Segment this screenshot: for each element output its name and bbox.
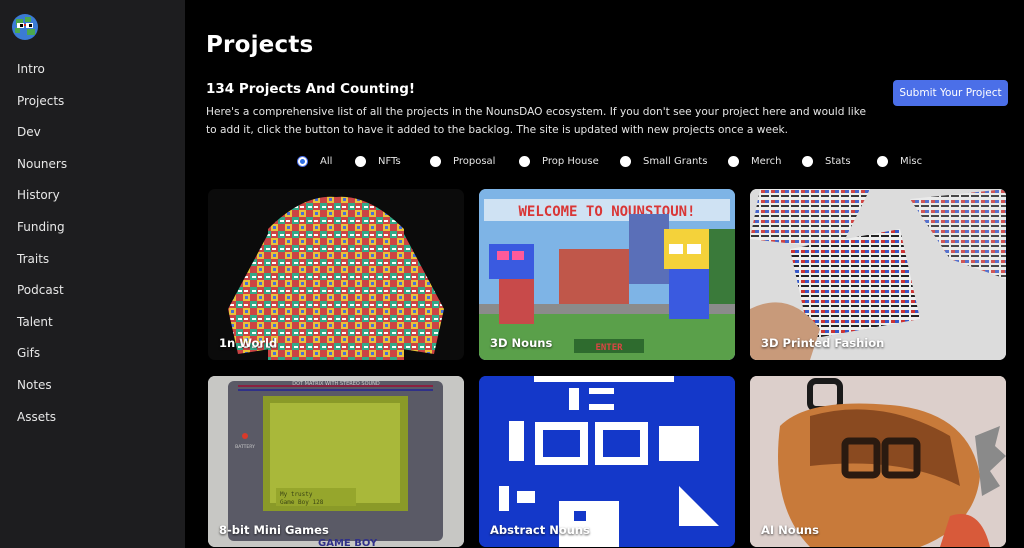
project-card-title: 1n World bbox=[219, 336, 278, 350]
filter-label: Misc bbox=[900, 156, 923, 167]
sidebar-item-talent[interactable]: Talent bbox=[0, 313, 185, 345]
page-title: Projects bbox=[206, 32, 314, 58]
radio-icon[interactable] bbox=[802, 156, 813, 167]
hoodie-image bbox=[228, 196, 444, 360]
radio-selected-icon[interactable] bbox=[297, 156, 308, 167]
gameboy-brand-text: GAME BOY bbox=[318, 538, 378, 547]
filter-all[interactable]: All bbox=[297, 156, 332, 167]
nounstoun-image: WELCOME TO NOUNSTOUN! ENTER bbox=[479, 189, 735, 360]
filter-merch[interactable]: Merch bbox=[728, 156, 782, 167]
sidebar-item-traits[interactable]: Traits bbox=[0, 250, 185, 282]
radio-icon[interactable] bbox=[355, 156, 366, 167]
filter-proposal[interactable]: Proposal bbox=[430, 156, 495, 167]
gameboy-header-text: DOT MATRIX WITH STEREO SOUND bbox=[292, 381, 380, 387]
sidebar-item-podcast[interactable]: Podcast bbox=[0, 281, 185, 313]
project-card-title: 3D Nouns bbox=[490, 336, 553, 350]
filter-label: NFTs bbox=[378, 156, 401, 167]
filter-label: All bbox=[320, 156, 333, 167]
nouns-globe-logo-icon[interactable] bbox=[11, 13, 39, 41]
sidebar-item-intro[interactable]: Intro bbox=[0, 60, 185, 92]
filter-label: Stats bbox=[825, 156, 851, 167]
radio-icon[interactable] bbox=[877, 156, 888, 167]
filter-label: Merch bbox=[751, 156, 782, 167]
filter-nfts[interactable]: NFTs bbox=[355, 156, 401, 167]
project-card-8-bit-mini-games[interactable]: DOT MATRIX WITH STEREO SOUND BATTERY My … bbox=[208, 376, 464, 547]
filter-prop-house[interactable]: Prop House bbox=[519, 156, 599, 167]
radio-icon[interactable] bbox=[620, 156, 631, 167]
filter-small-grants[interactable]: Small Grants bbox=[620, 156, 707, 167]
submit-project-button[interactable]: Submit Your Project bbox=[893, 80, 1008, 106]
project-card-ai-nouns[interactable]: AI Nouns bbox=[750, 376, 1006, 547]
printed-fashion-image bbox=[750, 189, 1006, 360]
projects-count-heading: 134 Projects And Counting! bbox=[206, 81, 416, 97]
radio-icon[interactable] bbox=[728, 156, 739, 167]
sidebar-item-gifs[interactable]: Gifs bbox=[0, 344, 185, 376]
abstract-nouns-image bbox=[479, 376, 735, 547]
sidebar-item-funding[interactable]: Funding bbox=[0, 218, 185, 250]
screen-text-1: My trusty bbox=[280, 491, 313, 498]
sidebar-item-assets[interactable]: Assets bbox=[0, 408, 185, 440]
ai-nouns-image bbox=[750, 376, 1006, 547]
project-card-title: Abstract Nouns bbox=[490, 523, 590, 537]
filter-label: Small Grants bbox=[643, 156, 708, 167]
project-card-1n-world[interactable]: 1n World bbox=[208, 189, 464, 360]
sidebar-item-dev[interactable]: Dev bbox=[0, 123, 185, 155]
projects-grid: 1n World WELCOME TO NOUNSTOUN! ENTER 3D … bbox=[208, 189, 1008, 548]
project-card-title: AI Nouns bbox=[761, 523, 819, 537]
screen-text-2: Game Boy 128 bbox=[280, 499, 324, 506]
sidebar-nav: Intro Projects Dev Nouners History Fundi… bbox=[0, 60, 185, 439]
project-card-abstract-nouns[interactable]: Abstract Nouns bbox=[479, 376, 735, 547]
filter-label: Prop House bbox=[542, 156, 599, 167]
filter-label: Proposal bbox=[453, 156, 496, 167]
project-card-title: 8-bit Mini Games bbox=[219, 523, 329, 537]
radio-icon[interactable] bbox=[430, 156, 441, 167]
filter-stats[interactable]: Stats bbox=[802, 156, 851, 167]
project-card-3d-printed-fashion[interactable]: 3D Printed Fashion bbox=[750, 189, 1006, 360]
filter-misc[interactable]: Misc bbox=[877, 156, 922, 167]
sidebar-item-projects[interactable]: Projects bbox=[0, 92, 185, 124]
enter-button-text: ENTER bbox=[595, 343, 623, 353]
battery-text: BATTERY bbox=[235, 444, 255, 450]
projects-description: Here's a comprehensive list of all the p… bbox=[206, 106, 866, 136]
sidebar-item-nouners[interactable]: Nouners bbox=[0, 155, 185, 187]
sidebar: Intro Projects Dev Nouners History Fundi… bbox=[0, 0, 185, 548]
radio-icon[interactable] bbox=[519, 156, 530, 167]
sidebar-item-notes[interactable]: Notes bbox=[0, 376, 185, 408]
sidebar-item-history[interactable]: History bbox=[0, 186, 185, 218]
main-content: Projects 134 Projects And Counting! Here… bbox=[185, 0, 1024, 548]
gameboy-image: DOT MATRIX WITH STEREO SOUND BATTERY My … bbox=[208, 376, 464, 547]
project-card-title: 3D Printed Fashion bbox=[761, 336, 885, 350]
project-card-3d-nouns[interactable]: WELCOME TO NOUNSTOUN! ENTER 3D Nouns bbox=[479, 189, 735, 360]
